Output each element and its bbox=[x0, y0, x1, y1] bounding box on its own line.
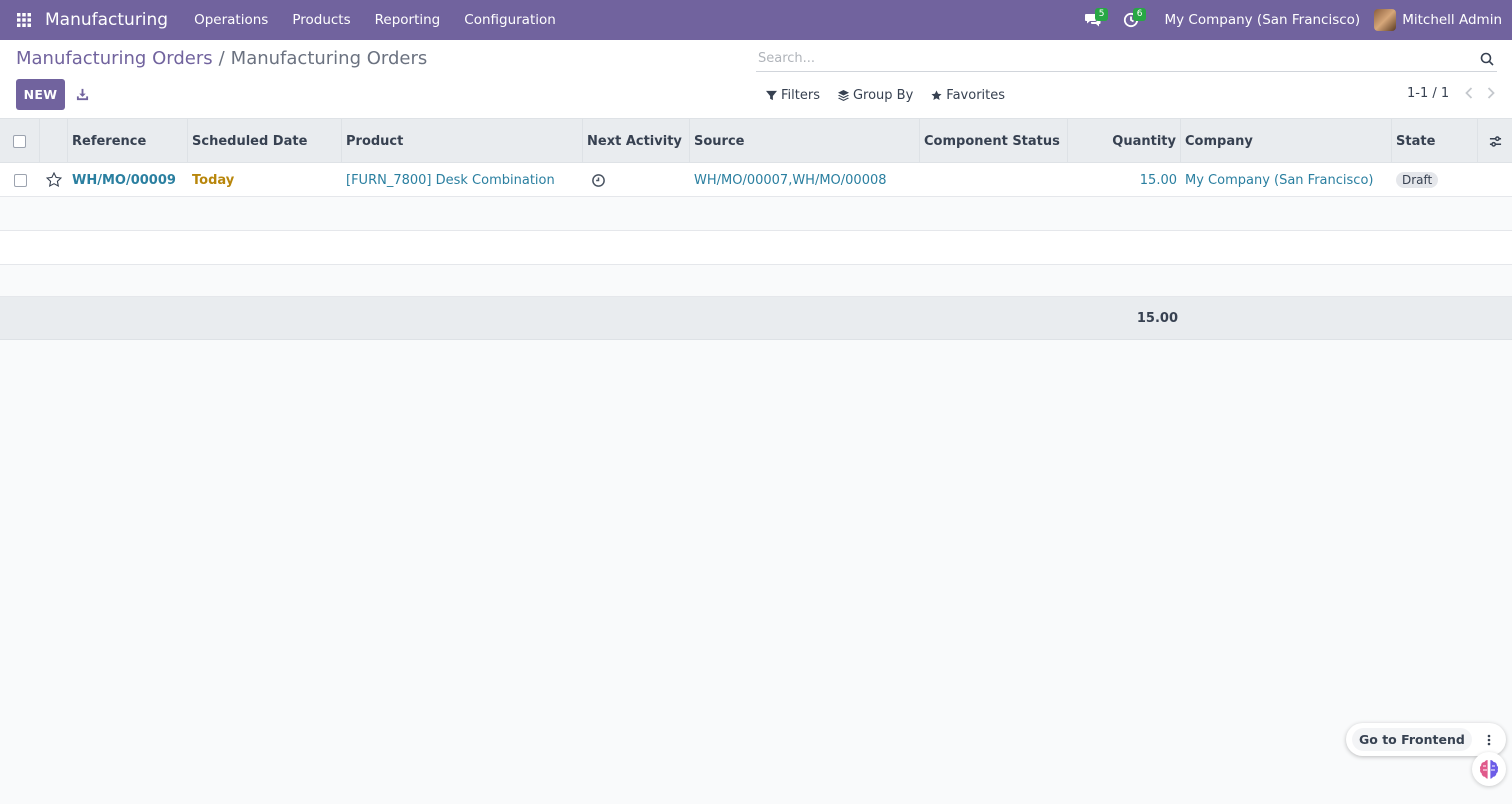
column-header-reference[interactable]: Reference bbox=[68, 119, 188, 163]
group-by-label: Group By bbox=[852, 87, 914, 103]
search-bar bbox=[756, 46, 1497, 72]
total-quantity: 15.00 bbox=[1136, 310, 1178, 326]
download-icon bbox=[76, 88, 88, 100]
priority-star-cell bbox=[40, 163, 68, 197]
frontend-widget: Go to Frontend bbox=[1346, 723, 1506, 756]
star-outline-icon[interactable] bbox=[46, 172, 62, 188]
table-row[interactable]: WH/MO/00009 Today [FURN_7800] Desk Combi… bbox=[0, 163, 1512, 197]
cell-company[interactable]: My Company (San Francisco) bbox=[1181, 163, 1392, 197]
favorites-button[interactable]: Favorites bbox=[925, 85, 1011, 105]
brain-icon bbox=[1479, 760, 1499, 779]
messages-count-badge: 5 bbox=[1094, 8, 1109, 21]
pager-value[interactable]: 1-1 / 1 bbox=[1407, 86, 1449, 101]
cell-component-status bbox=[920, 163, 1068, 197]
star-icon bbox=[931, 89, 942, 100]
status-badge: Draft bbox=[1396, 172, 1439, 188]
search-button[interactable] bbox=[1477, 49, 1497, 69]
column-header-source[interactable]: Source bbox=[690, 119, 920, 163]
select-all-cell bbox=[0, 119, 40, 163]
new-button[interactable]: NEW bbox=[16, 79, 65, 110]
breadcrumb: Manufacturing Orders / Manufacturing Ord… bbox=[16, 48, 427, 69]
column-header-component-status[interactable]: Component Status bbox=[920, 119, 1068, 163]
control-panel: Manufacturing Orders / Manufacturing Ord… bbox=[0, 40, 1512, 119]
user-menu[interactable]: Mitchell Admin bbox=[1374, 9, 1512, 31]
pager-previous-button[interactable] bbox=[1463, 85, 1475, 101]
filters-label: Filters bbox=[781, 87, 820, 103]
cell-next-activity bbox=[583, 163, 690, 197]
menu-configuration[interactable]: Configuration bbox=[452, 12, 568, 28]
apps-menu-icon[interactable] bbox=[0, 0, 48, 40]
page-title: Manufacturing Orders bbox=[230, 48, 428, 69]
empty-row bbox=[0, 265, 1512, 297]
user-name: Mitchell Admin bbox=[1402, 12, 1502, 28]
empty-row bbox=[0, 197, 1512, 231]
filter-icon bbox=[766, 90, 777, 100]
cell-scheduled-date: Today bbox=[192, 172, 235, 188]
chevron-left-icon bbox=[1465, 87, 1473, 99]
empty-row bbox=[0, 231, 1512, 265]
cell-source[interactable]: WH/MO/00007,WH/MO/00008 bbox=[690, 163, 920, 197]
export-button[interactable] bbox=[72, 84, 92, 104]
company-switcher[interactable]: My Company (San Francisco) bbox=[1150, 12, 1374, 28]
pager: 1-1 / 1 bbox=[1407, 85, 1497, 101]
list-view: Reference Scheduled Date Product Next Ac… bbox=[0, 119, 1512, 340]
chevron-right-icon bbox=[1488, 87, 1495, 99]
cell-quantity: 15.00 bbox=[1139, 172, 1177, 188]
column-header-scheduled-date[interactable]: Scheduled Date bbox=[188, 119, 342, 163]
table-footer: 15.00 bbox=[0, 297, 1512, 340]
sliders-icon bbox=[1489, 135, 1501, 147]
column-header-next-activity[interactable]: Next Activity bbox=[583, 119, 690, 163]
search-input[interactable] bbox=[756, 51, 1477, 66]
avatar bbox=[1374, 9, 1397, 31]
table-header: Reference Scheduled Date Product Next Ac… bbox=[0, 119, 1512, 163]
layers-icon bbox=[837, 89, 849, 101]
menu-operations[interactable]: Operations bbox=[182, 12, 280, 28]
favorites-label: Favorites bbox=[946, 87, 1006, 103]
breadcrumb-link[interactable]: Manufacturing Orders bbox=[16, 48, 213, 69]
messages-button[interactable]: 5 bbox=[1074, 0, 1112, 40]
cell-product[interactable]: [FURN_7800] Desk Combination bbox=[342, 163, 583, 197]
column-header-quantity[interactable]: Quantity bbox=[1068, 119, 1181, 163]
menu-reporting[interactable]: Reporting bbox=[363, 12, 453, 28]
cell-reference[interactable]: WH/MO/00009 bbox=[68, 163, 188, 197]
activity-clock-icon[interactable] bbox=[591, 173, 606, 188]
kebab-icon bbox=[1487, 734, 1491, 745]
group-by-button[interactable]: Group By bbox=[832, 85, 919, 105]
assistant-button[interactable] bbox=[1472, 752, 1506, 786]
search-icon bbox=[1480, 52, 1494, 66]
go-to-frontend-button[interactable]: Go to Frontend bbox=[1352, 728, 1472, 751]
top-navbar: Manufacturing Operations Products Report… bbox=[0, 0, 1512, 40]
column-header-company[interactable]: Company bbox=[1181, 119, 1392, 163]
header-favorite bbox=[40, 119, 68, 163]
select-all-checkbox[interactable] bbox=[13, 134, 26, 148]
activities-count-badge: 6 bbox=[1132, 8, 1147, 21]
column-header-product[interactable]: Product bbox=[342, 119, 583, 163]
cell-state: Draft bbox=[1392, 163, 1478, 197]
search-options: Filters Group By Favorites bbox=[760, 85, 1017, 105]
cell-options-empty bbox=[1478, 163, 1512, 197]
activities-button[interactable]: 6 bbox=[1112, 0, 1150, 40]
optional-columns-toggle[interactable] bbox=[1478, 119, 1512, 163]
filters-button[interactable]: Filters bbox=[760, 85, 826, 105]
column-header-state[interactable]: State bbox=[1392, 119, 1478, 163]
pager-next-button[interactable] bbox=[1485, 85, 1497, 101]
row-checkbox[interactable] bbox=[13, 173, 27, 187]
breadcrumb-separator: / bbox=[218, 48, 225, 69]
menu-products[interactable]: Products bbox=[280, 12, 362, 28]
more-options-button[interactable] bbox=[1478, 729, 1500, 751]
row-select-cell bbox=[0, 163, 40, 197]
app-brand[interactable]: Manufacturing bbox=[45, 10, 168, 30]
